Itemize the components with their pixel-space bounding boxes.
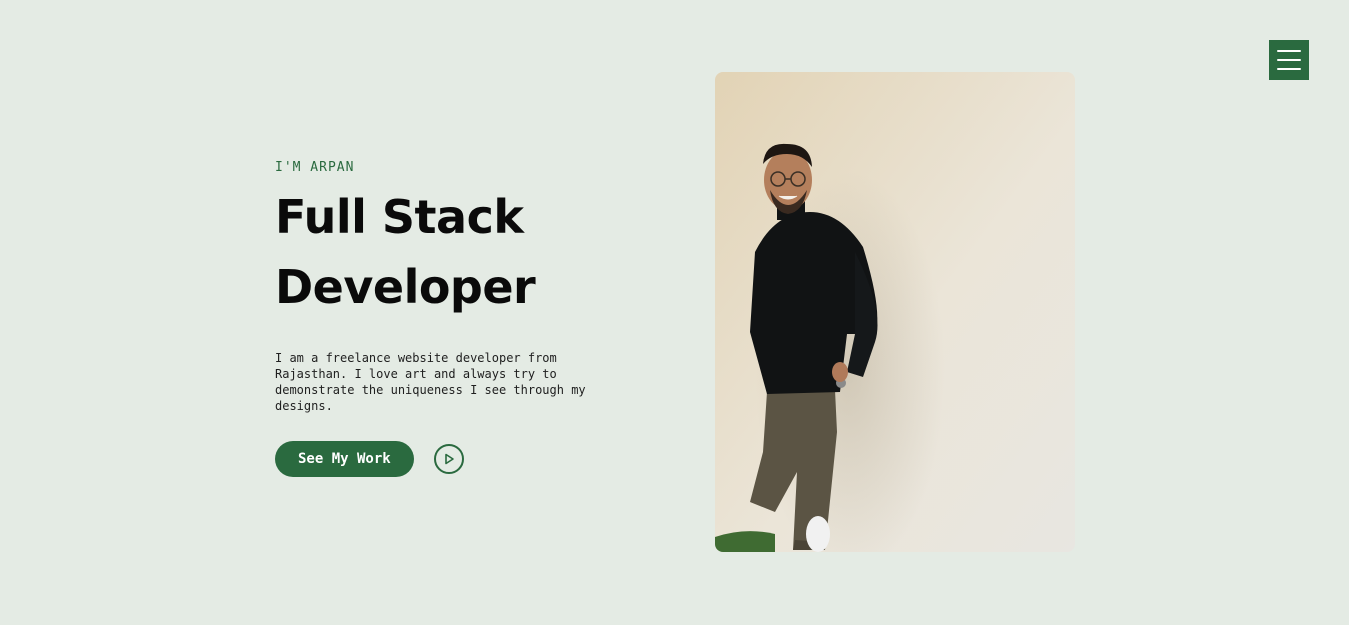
- play-button[interactable]: [433, 444, 464, 474]
- play-icon: [444, 453, 454, 465]
- hero-headline: Full Stack Developer: [275, 182, 655, 322]
- see-my-work-button[interactable]: See My Work: [275, 441, 414, 477]
- menu-button[interactable]: [1269, 40, 1309, 80]
- page: I'M ARPAN Full Stack Developer I am a fr…: [0, 0, 1349, 625]
- headline-line-2: Developer: [275, 260, 536, 314]
- headline-line-1: Full Stack: [275, 190, 524, 244]
- portrait-illustration: [715, 72, 1075, 552]
- hamburger-icon: [1277, 50, 1301, 52]
- hero-description: I am a freelance website developer from …: [275, 351, 586, 413]
- hamburger-icon-bar: [1277, 59, 1301, 61]
- hamburger-icon-bar: [1277, 68, 1301, 70]
- portrait-photo: [715, 72, 1075, 552]
- hero-actions: See My Work: [275, 441, 655, 477]
- hero-eyebrow: I'M ARPAN: [275, 160, 355, 175]
- hero-intro: I'M ARPAN Full Stack Developer I am a fr…: [275, 160, 655, 477]
